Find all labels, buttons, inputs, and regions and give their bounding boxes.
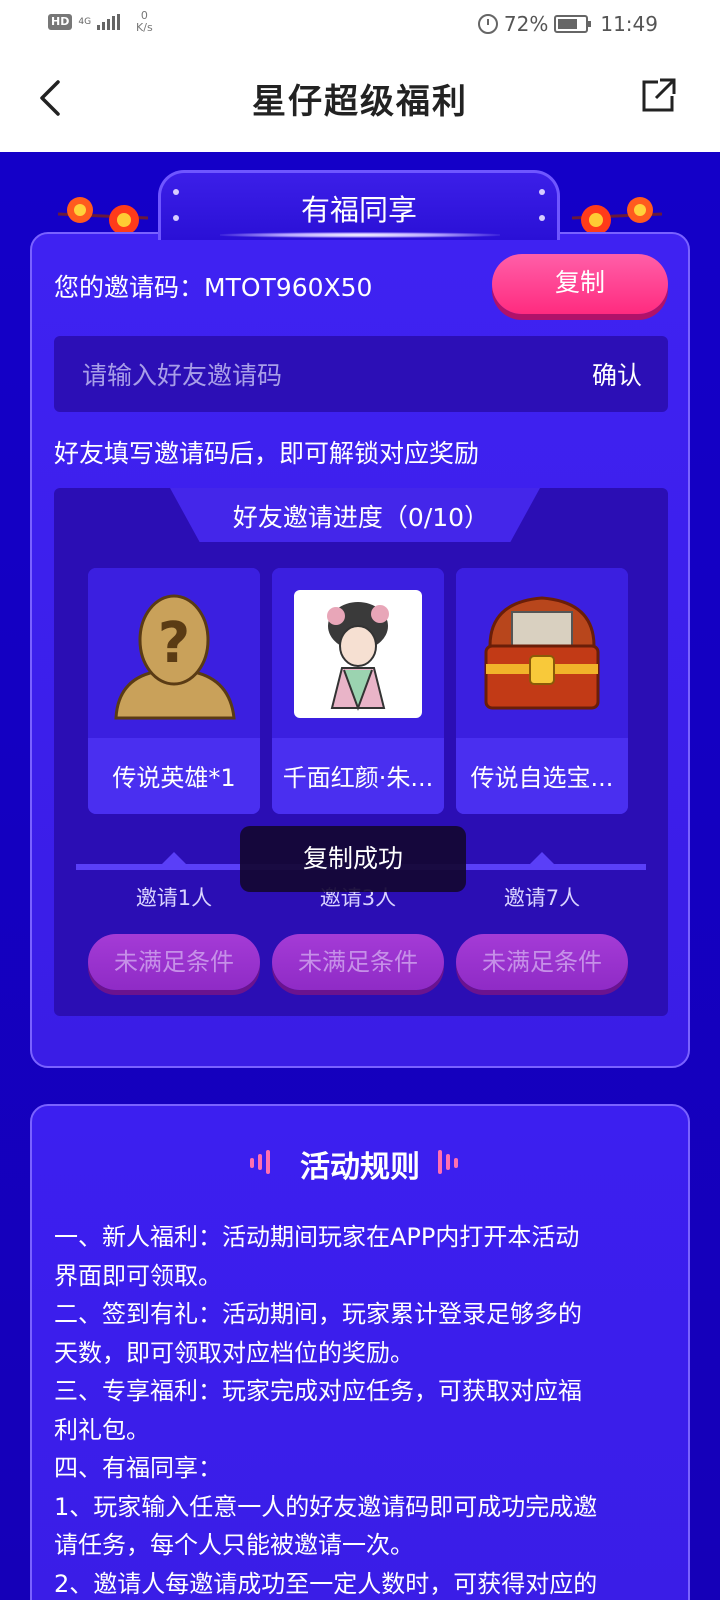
lantern-decoration-icon (572, 197, 662, 234)
status-right: 72% 11:49 (477, 12, 658, 36)
status-left: HD 4G 0 K/s (48, 10, 153, 34)
reward-image: ? (88, 568, 260, 738)
rules-line: 天数，即可领取对应档位的奖励。 (54, 1338, 414, 1367)
reward-label-area: 千面红颜·朱... (272, 738, 444, 814)
reward-image (272, 568, 444, 738)
rules-title: 活动规则 (300, 1150, 420, 1185)
rules-line: 2、邀请人每邀请成功至一定人数时，可获得对应的 (54, 1569, 598, 1598)
claim-button-disabled[interactable]: 未满足条件 (272, 934, 444, 990)
rules-line: 界面即可领取。 (54, 1261, 222, 1290)
page-content: 您的邀请码：MTOT960X50 复制 确认 好友填写邀请码后，即可解锁对应奖励… (0, 152, 720, 1600)
rules-line: 二、签到有礼：活动期间，玩家累计登录足够多的 (54, 1300, 582, 1328)
reward-image (456, 568, 628, 738)
rules-line: 一、新人福利：活动期间玩家在APP内打开本活动 (54, 1223, 580, 1251)
heroine-portrait-icon (294, 590, 422, 718)
invite-hint: 好友填写邀请码后，即可解锁对应奖励 (54, 439, 480, 468)
reward-name: 传说自选宝... (470, 764, 614, 792)
reward-card: 传说自选宝... (456, 568, 628, 814)
claim-button-disabled[interactable]: 未满足条件 (88, 934, 260, 990)
copy-button[interactable]: 复制 (492, 254, 668, 314)
rules-decoration-icon (438, 1150, 458, 1174)
network-speed: 0 K/s (136, 10, 153, 34)
milestone-label: 邀请7人 (503, 886, 581, 910)
svg-text:?: ? (158, 611, 190, 676)
rules-body: 一、新人福利：活动期间玩家在APP内打开本活动 界面即可领取。 二、签到有礼：活… (54, 1218, 668, 1600)
share-section-title: 有福同享 (300, 193, 417, 227)
rules-card: 活动规则 一、新人福利：活动期间玩家在APP内打开本活动 界面即可领取。 二、签… (30, 1104, 690, 1600)
reward-card: 千面红颜·朱... (272, 568, 444, 814)
alarm-icon (477, 14, 498, 34)
speed-unit: K/s (136, 21, 153, 34)
app-header: 星仔超级福利 (0, 48, 720, 152)
reward-card: ? 传说英雄*1 (88, 568, 260, 814)
signal-icon (97, 14, 121, 30)
unknown-hero-icon: ? (114, 594, 236, 720)
rules-line: 利礼包。 (54, 1415, 150, 1444)
page-title: 星仔超级福利 (252, 82, 468, 122)
rules-line: 请任务，每个人只能被邀请一次。 (54, 1531, 414, 1559)
copy-success-toast: 复制成功 (240, 826, 466, 892)
invite-progress-panel: 好友邀请进度（0/10） ? 传说英雄*1 千面红颜·朱... 传说自选宝...… (54, 488, 668, 1016)
milestone-label: 邀请1人 (135, 886, 213, 910)
network-type: 4G (78, 17, 92, 27)
battery-percent: 72% (503, 12, 549, 36)
rules-line: 四、有福同享： (54, 1454, 222, 1482)
hd-icon: HD (48, 14, 73, 30)
status-bar: HD 4G 0 K/s 72% 11:49 (0, 0, 720, 48)
treasure-chest-icon (484, 596, 600, 710)
lantern-decoration-icon (58, 197, 148, 234)
rules-line: 1、玩家输入任意一人的好友邀请码即可成功完成邀 (54, 1492, 598, 1521)
external-link-icon[interactable] (638, 76, 678, 116)
share-banner: 有福同享 (158, 170, 560, 240)
invite-code-field: 确认 (54, 336, 668, 412)
progress-marker (160, 852, 188, 866)
invite-code-input[interactable] (80, 354, 524, 396)
reward-label-area: 传说自选宝... (456, 738, 628, 814)
battery-icon (554, 15, 592, 33)
banner-glow (220, 232, 500, 238)
progress-title: 好友邀请进度（0/10） (232, 503, 490, 532)
reward-name: 传说英雄*1 (112, 764, 236, 792)
reward-label-area: 传说英雄*1 (88, 738, 260, 814)
reward-name: 千面红颜·朱... (282, 764, 434, 792)
claim-button-disabled[interactable]: 未满足条件 (456, 934, 628, 990)
rules-line: 三、专享福利：玩家完成对应任务，可获取对应福 (54, 1377, 582, 1405)
invite-card: 您的邀请码：MTOT960X50 复制 确认 好友填写邀请码后，即可解锁对应奖励… (30, 232, 690, 1068)
confirm-button[interactable]: 确认 (592, 356, 642, 392)
progress-marker (528, 852, 556, 866)
my-invite-code: 您的邀请码：MTOT960X50 (54, 273, 373, 302)
clock: 11:49 (600, 12, 658, 36)
